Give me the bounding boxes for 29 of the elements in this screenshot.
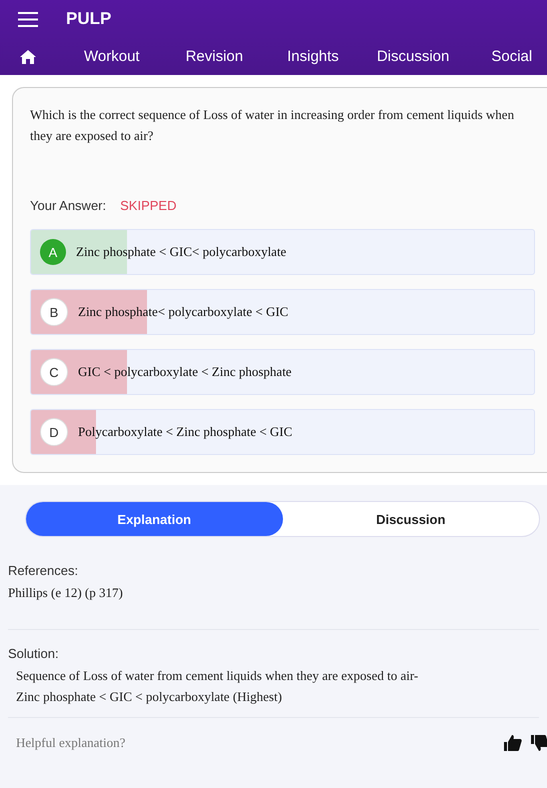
references-text: Phillips (e 12) (p 317) <box>8 584 124 602</box>
thumbs-up-icon[interactable] <box>504 734 522 752</box>
option-text: Zinc phosphate< polycarboxylate < GIC <box>78 304 288 320</box>
nav-tab[interactable]: Workout <box>84 48 140 65</box>
option-text: Polycarboxylate < Zinc phosphate < GIC <box>78 424 292 440</box>
nav-tab[interactable]: Revision <box>186 48 244 65</box>
nav-tab[interactable]: Discussion <box>376 48 450 65</box>
solution-heading: Solution: <box>8 646 60 661</box>
menu-icon[interactable] <box>18 12 38 26</box>
solution-text: Zinc phosphate < GIC < polycarboxylate (Highest) <box>16 688 283 706</box>
answer-option[interactable]: C GIC < polycarboxylate < Zinc phosphate <box>30 349 535 395</box>
option-text: Zinc phosphate < GIC< polycarboxylate <box>76 244 286 260</box>
app-title: PULP <box>66 9 112 29</box>
answer-option[interactable]: D Polycarboxylate < Zinc phosphate < GIC <box>30 409 535 455</box>
nav-tab[interactable]: Insights <box>287 48 339 65</box>
tab[interactable]: Discussion <box>282 502 539 536</box>
answer-status: SKIPPED <box>120 198 176 213</box>
tab[interactable]: Explanation <box>26 502 282 536</box>
solution-text: Sequence of Loss of water from cement liquids when they are exposed to air- <box>16 667 420 685</box>
references-heading: References: <box>8 563 80 578</box>
thumbs-down-icon[interactable] <box>531 734 547 752</box>
home-icon[interactable] <box>20 50 36 64</box>
answer-label: Your Answer: <box>30 198 106 213</box>
feedback-prompt: Helpful explanation? <box>16 735 126 751</box>
answer-option[interactable]: A Zinc phosphate < GIC< polycarboxylate <box>30 229 535 275</box>
question-text: Which is the correct sequence of Loss of water in increasing order from cement liquids when they are exposed to air? <box>30 106 516 145</box>
nav-tab[interactable]: Social <box>491 48 532 65</box>
option-text: GIC < polycarboxylate < Zinc phosphate <box>78 364 292 380</box>
answer-option[interactable]: B Zinc phosphate< polycarboxylate < GIC <box>30 289 535 335</box>
